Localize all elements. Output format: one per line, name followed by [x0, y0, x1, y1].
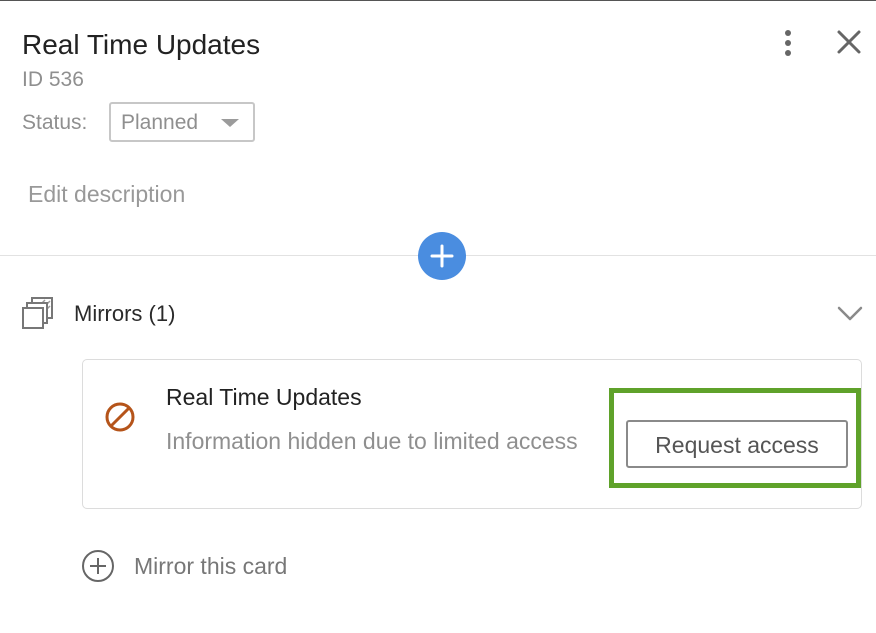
chevron-down-icon[interactable]	[836, 299, 864, 327]
request-access-button[interactable]: Request access	[626, 420, 848, 468]
more-options-icon[interactable]	[777, 28, 801, 58]
status-label: Status:	[22, 111, 88, 134]
card-title[interactable]: Real Time Updates	[22, 29, 260, 61]
card-detail-panel: Real Time Updates ID 536 Status: Planned…	[0, 0, 876, 633]
status-value: Planned	[121, 111, 199, 134]
kebab-dot	[785, 50, 791, 56]
edit-description-field[interactable]: Edit description	[28, 181, 185, 208]
mirrors-stack-icon	[21, 296, 55, 330]
mirror-this-card-label: Mirror this card	[134, 553, 288, 579]
card-id: ID 536	[22, 68, 84, 91]
add-section-button[interactable]	[418, 232, 466, 280]
plus-icon	[430, 244, 454, 268]
status-dropdown[interactable]: Planned	[109, 102, 255, 142]
mirrors-section-label: Mirrors (1)	[74, 301, 176, 326]
kebab-dot	[785, 30, 791, 36]
plus-circle-icon	[82, 550, 114, 582]
limited-access-note: Information hidden due to limited access	[166, 428, 578, 454]
blocked-icon	[102, 399, 138, 435]
caret-down-icon	[221, 119, 239, 127]
close-icon[interactable]	[834, 27, 864, 57]
mirror-card-title: Real Time Updates	[166, 384, 362, 410]
kebab-dot	[785, 40, 791, 46]
